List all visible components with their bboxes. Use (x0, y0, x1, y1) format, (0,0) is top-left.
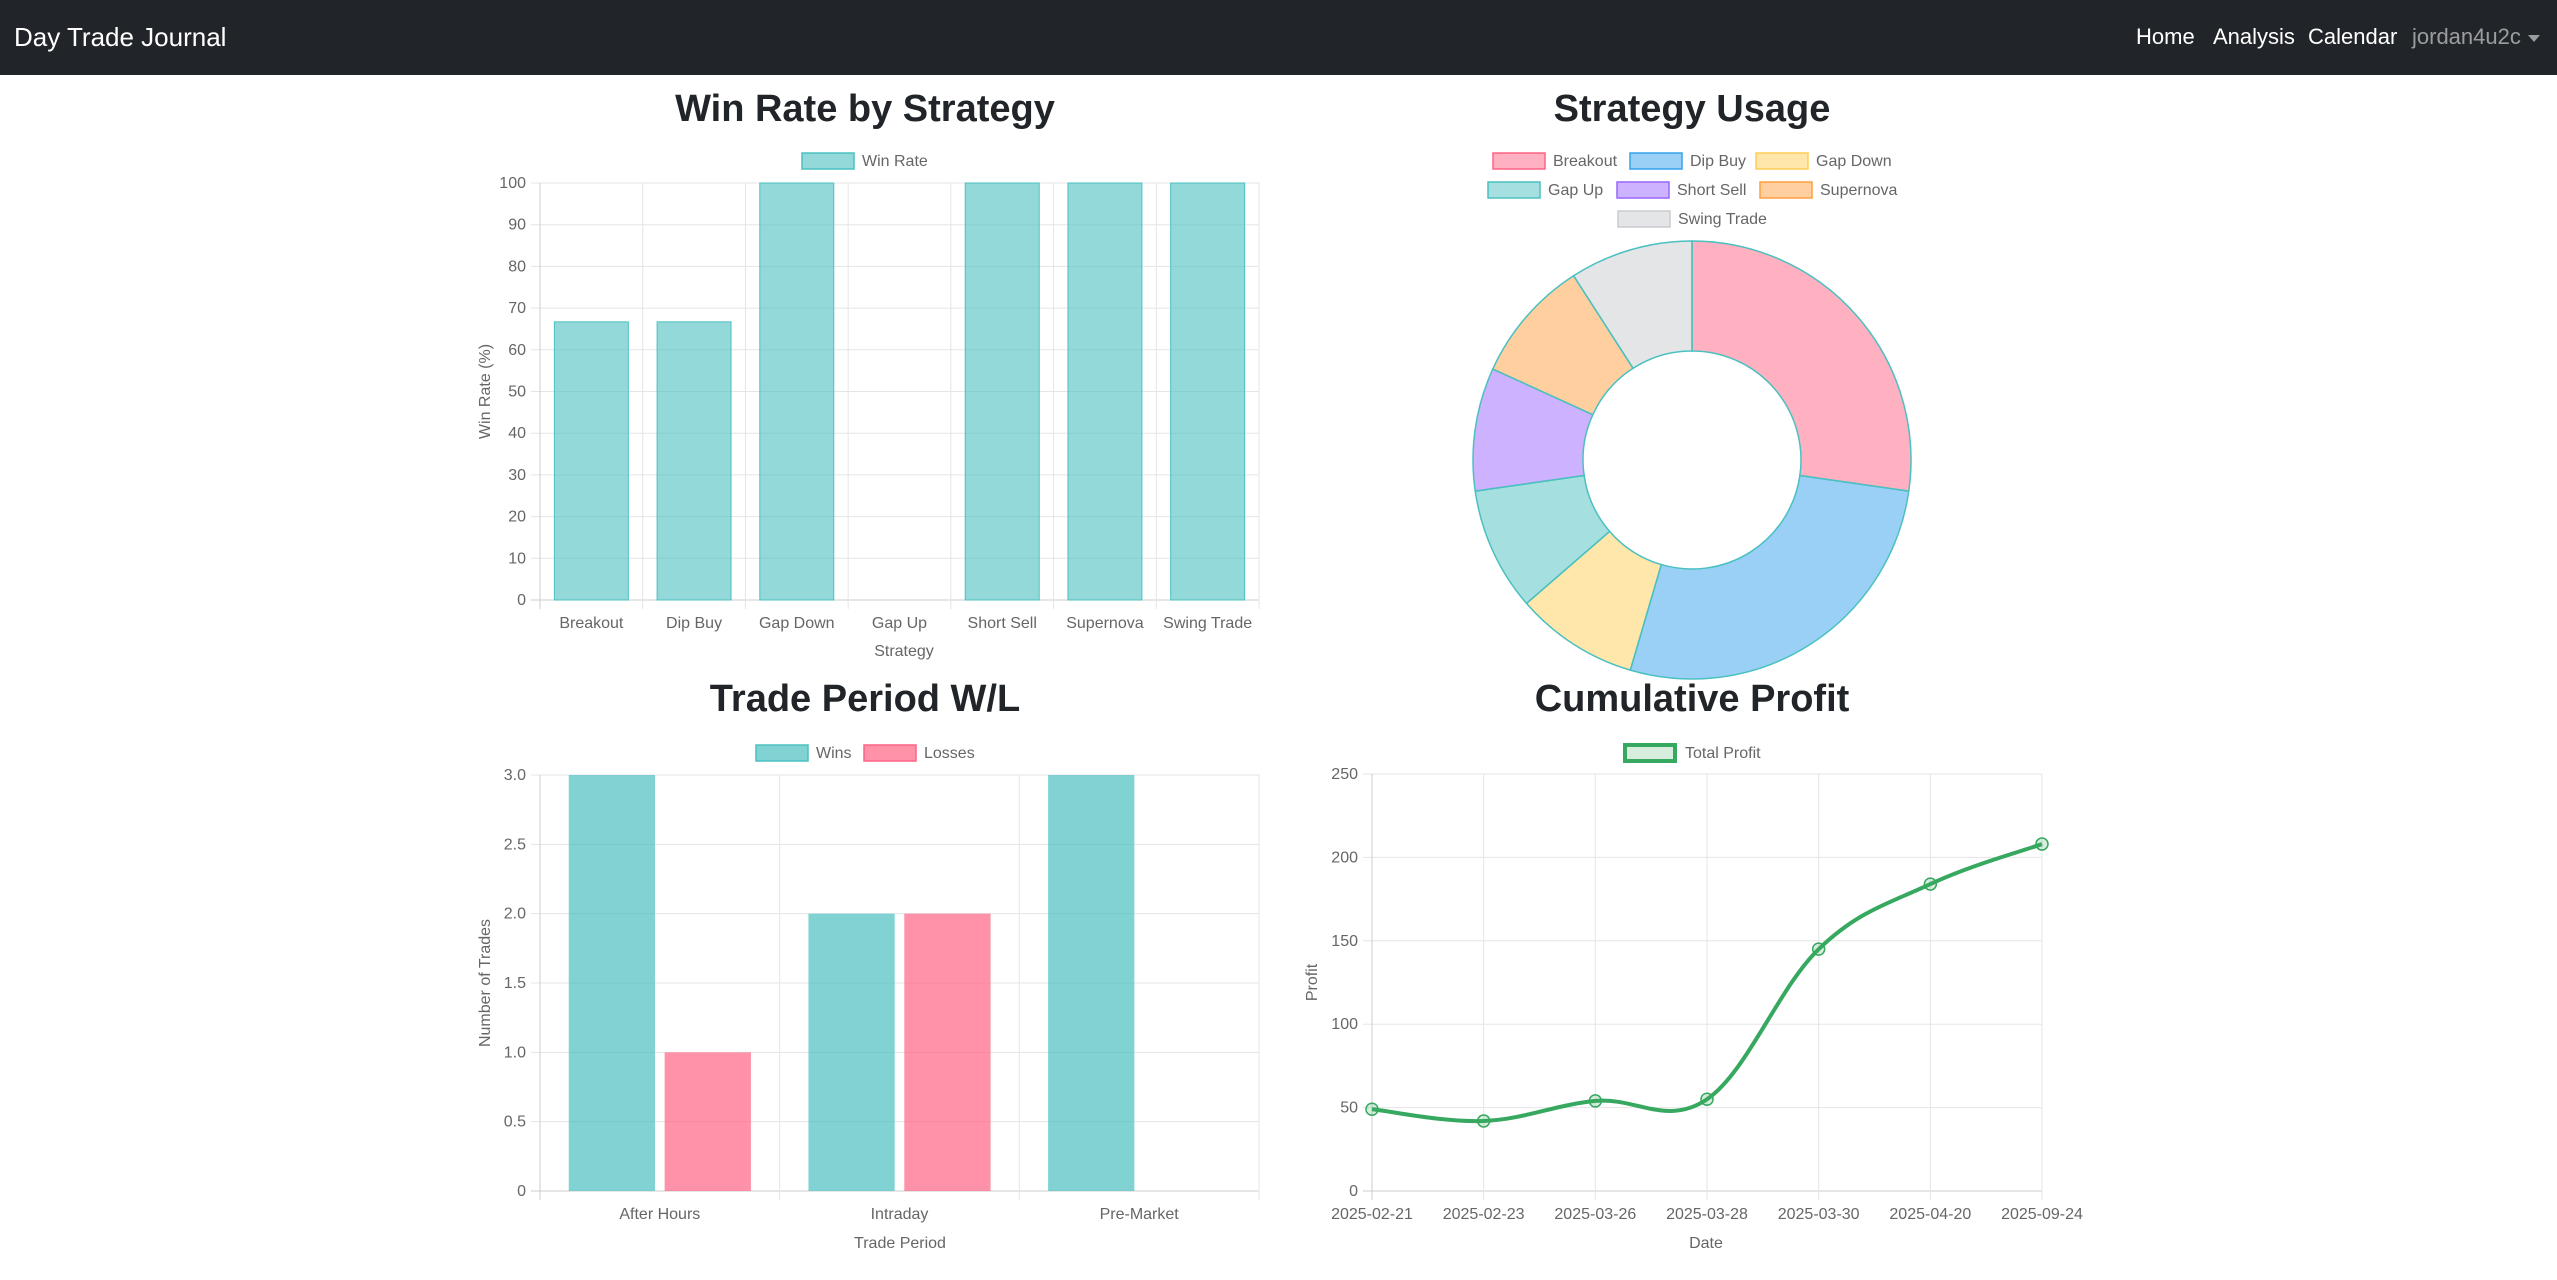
x-tick-label: 2025-09-24 (2001, 1206, 2083, 1223)
legend-strategy-label: Supernova (1820, 182, 1897, 199)
bar-wins (568, 775, 656, 1191)
y-tick-label: 0 (1349, 1183, 1358, 1200)
bar-win-rate (1067, 182, 1143, 601)
y-tick-label: 2.0 (504, 906, 526, 923)
x-tick-label: Breakout (559, 615, 624, 632)
point-total-profit (1923, 877, 1938, 891)
x-tick-label: Gap Up (872, 615, 927, 632)
y-tick-label: 0.5 (504, 1114, 526, 1131)
legend-win-rate-label: Win Rate (862, 153, 928, 170)
x-tick-label: Swing Trade (1163, 615, 1252, 632)
y-tick-label: 30 (508, 467, 526, 484)
legend-wins-label: Wins (816, 745, 852, 762)
y-tick-label: 100 (499, 175, 526, 192)
x-tick-label: Pre-Market (1100, 1206, 1180, 1223)
legend-strategy-label: Short Sell (1677, 182, 1746, 199)
y-tick-label: 2.5 (504, 836, 526, 853)
x-tick-label: 2025-02-21 (1331, 1206, 1413, 1223)
legend-total-profit-swatch (1623, 743, 1677, 763)
legend-win-rate-swatch (801, 152, 855, 170)
y-tick-label: 50 (1340, 1100, 1358, 1117)
x-tick-label: 2025-02-23 (1443, 1206, 1525, 1223)
y-tick-label: 250 (1331, 766, 1358, 783)
point-total-profit (1588, 1094, 1603, 1108)
x-tick-label: 2025-03-28 (1666, 1206, 1748, 1223)
bar-losses (664, 1052, 751, 1191)
legend-wins-swatch (755, 744, 809, 762)
legend-losses-label: Losses (924, 745, 975, 762)
y-tick-label: 70 (508, 300, 526, 317)
y-tick-label: 20 (508, 509, 526, 526)
x-tick-label: 2025-04-20 (1889, 1206, 1971, 1223)
doughnut-slice (1629, 474, 1910, 680)
legend-strategy-label: Gap Down (1816, 153, 1892, 170)
x-tick-label: Supernova (1066, 615, 1143, 632)
x-tick-label: Dip Buy (666, 615, 722, 632)
y-tick-label: 200 (1331, 849, 1358, 866)
x-tick-label: Short Sell (968, 615, 1037, 632)
point-total-profit (1811, 942, 1826, 956)
x-axis-title: Trade Period (854, 1235, 946, 1252)
bar-win-rate (553, 321, 629, 601)
y-tick-label: 10 (508, 550, 526, 567)
point-total-profit (1365, 1102, 1379, 1117)
y-tick-label: 3.0 (504, 767, 526, 784)
y-tick-label: 0 (517, 1183, 526, 1200)
y-tick-label: 150 (1331, 933, 1358, 950)
legend-strategy-swatch (1616, 181, 1670, 199)
legend-losses-swatch (863, 744, 917, 762)
y-tick-label: 50 (508, 384, 526, 401)
y-tick-label: 60 (508, 342, 526, 359)
legend-strategy-swatch (1629, 152, 1683, 170)
y-tick-label: 100 (1331, 1016, 1358, 1033)
legend-strategy-label: Breakout (1553, 153, 1618, 170)
legend-strategy-swatch (1617, 210, 1671, 228)
bar-win-rate (964, 182, 1040, 601)
y-tick-label: 40 (508, 425, 526, 442)
point-total-profit (1700, 1092, 1714, 1107)
legend-total-profit-label: Total Profit (1685, 745, 1761, 762)
doughnut-slice (1691, 240, 1912, 493)
bar-losses (904, 913, 991, 1191)
y-axis-title: Profit (1304, 963, 1321, 1001)
point-total-profit (1476, 1114, 1491, 1128)
y-axis-title: Win Rate (%) (477, 344, 494, 439)
y-tick-label: 80 (508, 258, 526, 275)
bar-wins (808, 913, 895, 1191)
bar-wins (1048, 775, 1135, 1191)
y-axis-title: Number of Trades (477, 919, 494, 1047)
x-tick-label: After Hours (619, 1206, 700, 1223)
bar-win-rate (656, 321, 732, 601)
bar-win-rate (1170, 182, 1246, 601)
y-tick-label: 1.0 (504, 1044, 526, 1061)
y-tick-label: 90 (508, 217, 526, 234)
legend-strategy-swatch (1759, 181, 1813, 199)
legend-strategy-label: Dip Buy (1690, 153, 1746, 170)
x-tick-label: Intraday (871, 1206, 929, 1223)
x-axis-title: Date (1689, 1235, 1723, 1252)
x-tick-label: 2025-03-26 (1554, 1206, 1636, 1223)
x-tick-label: 2025-03-30 (1778, 1206, 1860, 1223)
charts-canvas: 0 10 20 30 40 50 60 70 80 90 100 Breakout Dip Buy Gap… (477, 152, 2083, 1252)
legend-strategy-swatch (1492, 152, 1546, 170)
legend-strategy-swatch (1487, 181, 1541, 199)
x-tick-label: Gap Down (759, 615, 835, 632)
legend-strategy-label: Gap Up (1548, 182, 1603, 199)
bar-win-rate (759, 182, 835, 601)
y-tick-label: 0 (517, 592, 526, 609)
legend-strategy-swatch (1755, 152, 1809, 170)
y-tick-label: 1.5 (504, 975, 526, 992)
legend-strategy-label: Swing Trade (1678, 211, 1767, 228)
x-axis-title: Strategy (874, 643, 934, 660)
point-total-profit (2035, 837, 2049, 851)
